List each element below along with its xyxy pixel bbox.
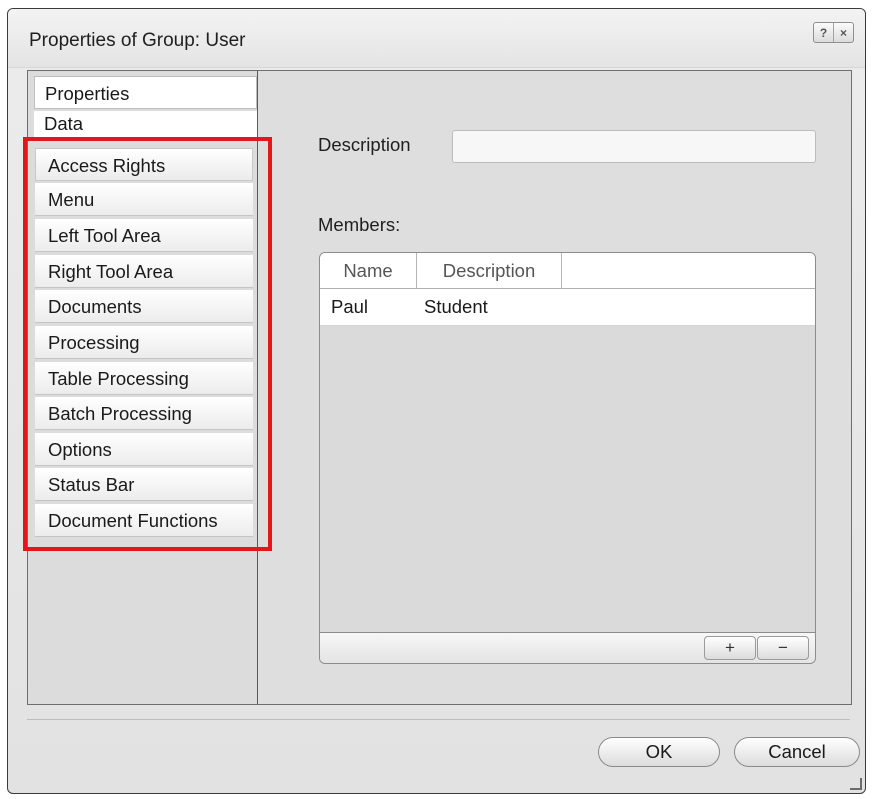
table-header: Name Description (320, 253, 815, 289)
cell-description: Student (424, 296, 488, 317)
sidebar-item-options[interactable]: Options (35, 433, 253, 466)
title-buttons: ? × (813, 22, 854, 43)
footer-divider (27, 719, 850, 720)
cancel-button[interactable]: Cancel (734, 737, 860, 767)
sidebar: Properties Data Access Rights Menu Left … (28, 71, 258, 704)
sidebar-item-table-processing[interactable]: Table Processing (35, 362, 253, 395)
sidebar-item-status-bar[interactable]: Status Bar (35, 468, 253, 501)
close-icon[interactable]: × (833, 23, 853, 42)
description-label: Description (318, 134, 411, 155)
members-label: Members: (318, 214, 401, 235)
sidebar-item-properties[interactable]: Properties (34, 76, 257, 109)
resize-grip-icon[interactable] (850, 778, 862, 790)
description-field[interactable] (452, 130, 816, 163)
ok-button[interactable]: OK (598, 737, 720, 767)
add-member-button[interactable]: + (704, 636, 756, 660)
sidebar-item-processing[interactable]: Processing (35, 326, 253, 359)
sidebar-item-batch-processing[interactable]: Batch Processing (35, 397, 253, 430)
members-table: Name Description Paul Student + − (319, 252, 816, 664)
dialog-title: Properties of Group: User (29, 30, 246, 51)
column-header-name[interactable]: Name (320, 253, 417, 288)
sidebar-item-left-tool-area[interactable]: Left Tool Area (35, 219, 253, 252)
sidebar-item-documents[interactable]: Documents (35, 290, 253, 323)
sidebar-item-access-rights[interactable]: Access Rights (35, 148, 253, 181)
title-bar: Properties of Group: User ? × (8, 9, 865, 68)
properties-dialog: Properties of Group: User ? × Properties… (7, 8, 866, 794)
remove-member-button[interactable]: − (757, 636, 809, 660)
sidebar-item-document-functions[interactable]: Document Functions (35, 504, 253, 537)
table-footer: + − (320, 632, 815, 663)
column-header-description[interactable]: Description (417, 253, 562, 288)
cell-name: Paul (331, 296, 369, 317)
help-icon[interactable]: ? (814, 23, 833, 42)
sidebar-item-right-tool-area[interactable]: Right Tool Area (35, 255, 253, 288)
sidebar-item-data[interactable]: Data (34, 111, 257, 139)
table-row[interactable]: Paul Student (320, 289, 815, 326)
sidebar-item-menu[interactable]: Menu (35, 183, 253, 216)
